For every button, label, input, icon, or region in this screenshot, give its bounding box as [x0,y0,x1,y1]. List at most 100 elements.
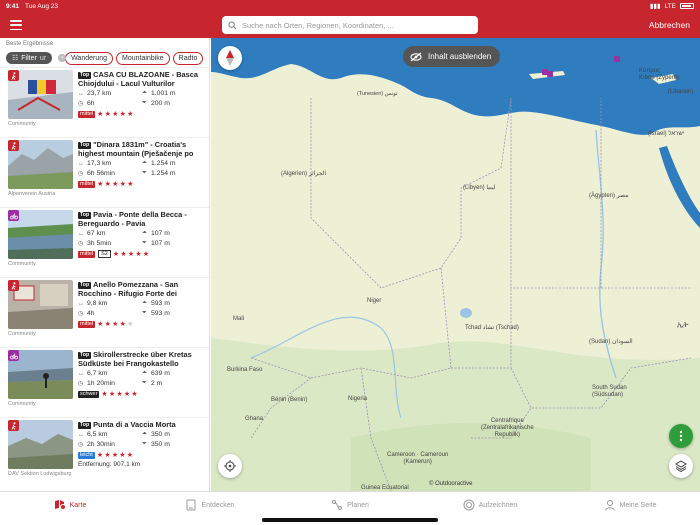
eye-off-icon [410,52,422,61]
star-rating: ★★★★★ [97,320,134,328]
ascent-stat: ⏶ 593 m [142,299,202,308]
ascent-value: 107 m [151,230,170,237]
hide-content-button[interactable]: Inhalt ausblenden [403,46,501,67]
label-nigeria: Nigeria [348,396,368,402]
chip-hiking[interactable]: Wanderung [65,51,114,65]
hiking-icon [11,281,16,290]
ascent-icon: ⏶ [142,370,147,376]
tour-title-text: Anello Pomezzana - San Rocchino - Rifugi… [78,280,179,298]
map-view[interactable]: (Tunesien) تونس (Algerien) الجزائر (Liby… [211,38,700,491]
descent-value: 1.254 m [151,170,176,177]
tour-list-item[interactable]: Community Top Pavia - Ponte della Becca - … [0,207,209,277]
layers-button[interactable] [669,454,693,478]
tour-info: Top Pavia - Ponte della Becca - Bereguard… [78,210,206,258]
difficulty-badge: mittel [78,180,96,188]
tour-title[interactable]: Top CASA CU BLAZOANE - Basca Chiojdului -… [78,70,206,88]
compass-icon [226,50,234,66]
compass-button[interactable] [218,46,242,70]
tab-discover[interactable]: Entdecken [140,492,280,518]
ascent-value: 1.001 m [151,90,176,97]
tour-title-text: CASA CU BLAZOANE - Basca Chiojdului - La… [78,70,198,88]
top-badge: Top [78,352,92,359]
tab-map[interactable]: Karte [0,492,140,518]
label-tunisia: (Tunesien) تونس [357,91,398,97]
ascent-stat: ⏶ 1.254 m [142,159,202,168]
locate-button[interactable] [218,454,242,478]
tour-list-item[interactable]: DAV Sektion Ludwigsburg Top Punta di a Vac… [0,417,209,487]
tour-title[interactable]: Top Pavia - Ponte della Becca - Bereguard… [78,210,206,228]
distance-note: Entfernung: 907,1 km [78,461,141,468]
ascent-value: 1.254 m [151,160,176,167]
chip-cycling[interactable]: Radto [172,51,204,65]
tour-list-item[interactable]: Alpenverein Austria Top "Dinara 1831m" - C… [0,137,209,207]
tab-plan[interactable]: Planen [280,492,420,518]
tour-stats: ↔ 6,7 km ⏶ 639 m ◷ 1h 20min ⏷ 2 m [78,369,206,388]
label-israel: (Israel) ישראל [648,131,685,137]
category-badge [8,280,19,291]
tour-title[interactable]: Top Skirollerstrecke über Kretas Südküste… [78,350,206,368]
category-badge [8,350,19,361]
difficulty-badge: mittel [78,250,96,258]
distance-stat: ↔ 67 km [78,229,142,238]
hiking-icon [11,421,16,430]
tab-my-page[interactable]: Meine Seite [560,492,700,518]
filter-button[interactable]: ☷ Filter ur × [6,52,67,64]
top-badge: Top [78,282,92,289]
menu-icon[interactable] [10,20,22,30]
descent-icon: ⏷ [142,441,147,447]
search-bar[interactable] [222,16,478,34]
star-rating: ★★★★★ [97,451,134,459]
tour-stats: ↔ 23,7 km ⏶ 1.001 m ◷ 6h ⏷ 200 m [78,89,206,108]
ascent-icon: ⏶ [142,90,147,96]
tour-rating: mittel S2 ★★★★★ [78,250,206,258]
tour-info: Top "Dinara 1831m" - Croatia's highest mo… [78,140,206,188]
duration-stat: ◷ 4h [78,309,142,318]
more-options-button[interactable] [669,424,693,448]
profile-icon [604,500,615,511]
map-attribution[interactable]: © Outdooractive [429,481,472,487]
star-rating: ★★★★★ [97,180,134,188]
cycling-icon [9,352,18,359]
distance-value: 67 km [87,230,106,237]
filter-hidden-text: ur [39,54,47,62]
tour-list-item[interactable]: Community Top Anello Pomezzana - San Rocch… [0,277,209,347]
ascent-icon: ⏶ [142,230,147,236]
tour-info: Top CASA CU BLAZOANE - Basca Chiojdului -… [78,70,206,118]
tab-record[interactable]: Aufzeichnen [420,492,560,518]
tour-list-item[interactable]: Community Top Skirollerstrecke über Kretas… [0,347,209,417]
tour-rating: schwer ★★★★★ [78,390,206,398]
tour-list-item[interactable]: Community Top CASA CU BLAZOANE - Basca Chi… [0,67,209,137]
descent-value: 593 m [151,310,170,317]
tour-stats: ↔ 17,3 km ⏶ 1.254 m ◷ 6h 56min ⏷ 1.254 m [78,159,206,178]
descent-stat: ⏷ 593 m [142,309,202,318]
chip-mountainbike[interactable]: Mountainbike [116,51,170,65]
tour-title-text: Skirollerstrecke über Kretas Südküste be… [78,350,192,368]
category-badge [8,420,19,431]
distance-stat: ↔ 9,8 km [78,299,142,308]
tour-info: Top Punta di a Vaccia Morta ↔ 6,5 km ⏶ 350 m ◷… [78,420,206,468]
descent-icon: ⏷ [142,100,147,106]
results-heading: Beste Ergebnisse [6,41,54,47]
category-badge [8,210,19,221]
tour-rating: leicht ★★★★★ [78,451,206,459]
difficulty-badge: mittel [78,320,96,328]
star-rating: ★★★★★ [97,110,134,118]
tab-discover-label: Entdecken [201,501,235,509]
difficulty-badge: leicht [78,451,95,459]
cancel-button[interactable]: Abbrechen [649,20,690,30]
search-input[interactable] [242,20,472,30]
technical-grade: S2 [98,250,111,258]
crosshair-icon [224,460,236,472]
tour-info: Top Skirollerstrecke über Kretas Südküste… [78,350,206,398]
tour-title[interactable]: Top Punta di a Vaccia Morta [78,420,206,429]
tour-title[interactable]: Top Anello Pomezzana - San Rocchino - Rif… [78,280,206,298]
ascent-stat: ⏶ 639 m [142,369,202,378]
home-indicator [262,518,438,522]
clock-icon: ◷ [78,381,84,387]
distance-stat: ↔ 23,7 km [78,89,142,98]
star-icon: ★ [104,452,112,459]
route-plan-icon [332,500,343,510]
descent-value: 107 m [151,240,170,247]
map-canvas [211,38,700,491]
tour-title[interactable]: Top "Dinara 1831m" - Croatia's highest mo… [78,140,206,158]
